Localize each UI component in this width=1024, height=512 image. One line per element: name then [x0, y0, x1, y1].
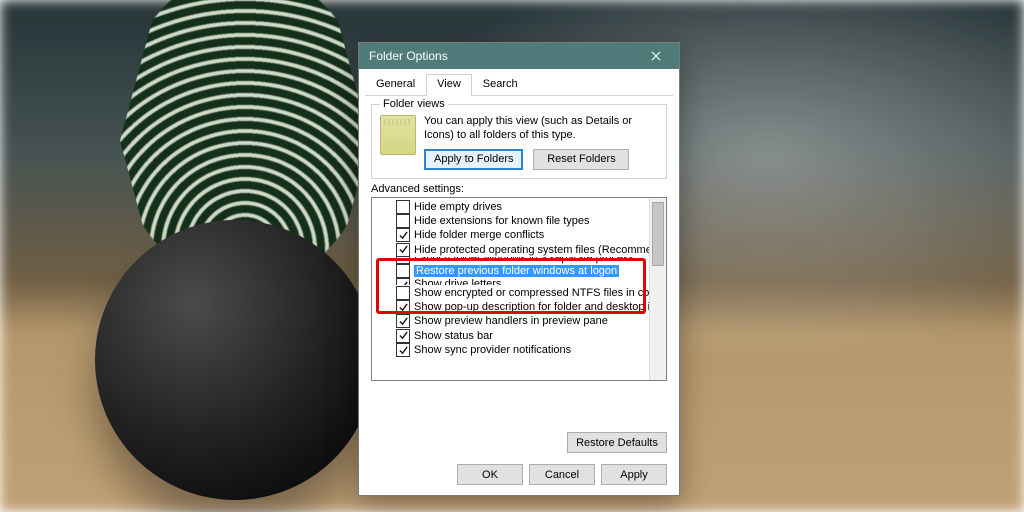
setting-label: Show preview handlers in preview pane: [414, 315, 608, 327]
dialog-button-row: OK Cancel Apply: [457, 464, 667, 485]
folder-views-group: Folder views You can apply this view (su…: [371, 104, 667, 179]
setting-label: Show sync provider notifications: [414, 344, 571, 356]
checkbox[interactable]: [396, 228, 410, 242]
setting-row[interactable]: Show preview handlers in preview pane: [396, 314, 650, 328]
cancel-button[interactable]: Cancel: [529, 464, 595, 485]
checkbox[interactable]: [396, 329, 410, 343]
checkbox[interactable]: [396, 243, 410, 257]
scrollbar-thumb[interactable]: [652, 202, 664, 266]
setting-row[interactable]: Show sync provider notifications: [396, 343, 650, 357]
setting-row[interactable]: Show pop-up description for folder and d…: [396, 300, 650, 314]
tab-strip: General View Search: [365, 73, 673, 96]
apply-button[interactable]: Apply: [601, 464, 667, 485]
close-icon: [651, 51, 661, 61]
checkbox[interactable]: [396, 343, 410, 357]
ok-button[interactable]: OK: [457, 464, 523, 485]
scrollbar-vertical[interactable]: [649, 198, 666, 380]
window-title: Folder Options: [369, 49, 639, 63]
checkbox[interactable]: [396, 214, 410, 228]
tab-view[interactable]: View: [426, 74, 472, 96]
tab-general[interactable]: General: [365, 74, 426, 96]
setting-row[interactable]: Restore previous folder windows at logon: [396, 264, 650, 278]
checkbox[interactable]: [396, 300, 410, 314]
titlebar[interactable]: Folder Options: [359, 43, 679, 69]
folder-views-text: You can apply this view (such as Details…: [424, 115, 658, 143]
checkbox[interactable]: [396, 314, 410, 328]
setting-row[interactable]: Hide folder merge conflicts: [396, 228, 650, 242]
setting-label: Launch folder windows in a separate proc…: [414, 257, 634, 264]
close-button[interactable]: [639, 46, 673, 66]
setting-label: Hide protected operating system files (R…: [414, 244, 650, 256]
checkbox[interactable]: [396, 286, 410, 300]
folder-views-legend: Folder views: [380, 98, 448, 110]
setting-label: Hide empty drives: [414, 201, 502, 213]
setting-row[interactable]: Show status bar: [396, 329, 650, 343]
advanced-settings-label: Advanced settings:: [371, 183, 667, 195]
checkbox[interactable]: [396, 200, 410, 214]
checkbox[interactable]: [396, 278, 410, 285]
checkbox[interactable]: [396, 264, 410, 278]
setting-row[interactable]: Hide extensions for known file types: [396, 214, 650, 228]
setting-row[interactable]: Hide protected operating system files (R…: [396, 243, 650, 257]
setting-label: Show status bar: [414, 330, 493, 342]
reset-folders-button[interactable]: Reset Folders: [533, 149, 629, 170]
tab-search[interactable]: Search: [472, 74, 529, 96]
checkbox[interactable]: [396, 257, 410, 264]
apply-to-folders-button[interactable]: Apply to Folders: [424, 149, 523, 170]
pot-decor: [95, 220, 375, 500]
setting-label: Show pop-up description for folder and d…: [414, 301, 650, 313]
folder-stack-icon: [380, 115, 416, 155]
setting-label: Hide folder merge conflicts: [414, 229, 544, 241]
setting-label: Restore previous folder windows at logon: [414, 265, 619, 277]
setting-row[interactable]: Launch folder windows in a separate proc…: [396, 257, 650, 264]
advanced-settings-list[interactable]: Hide empty drives Hide extensions for kno…: [371, 197, 667, 381]
setting-row[interactable]: Show encrypted or compressed NTFS files …: [396, 285, 650, 299]
setting-row[interactable]: Hide empty drives: [396, 200, 650, 214]
setting-row[interactable]: Show drive letters: [396, 278, 650, 285]
setting-label: Show drive letters: [414, 278, 501, 285]
setting-label: Hide extensions for known file types: [414, 215, 589, 227]
setting-label: Show encrypted or compressed NTFS files …: [414, 287, 650, 299]
restore-defaults-button[interactable]: Restore Defaults: [567, 432, 667, 453]
folder-options-dialog: Folder Options General View Search Folde…: [358, 42, 680, 496]
